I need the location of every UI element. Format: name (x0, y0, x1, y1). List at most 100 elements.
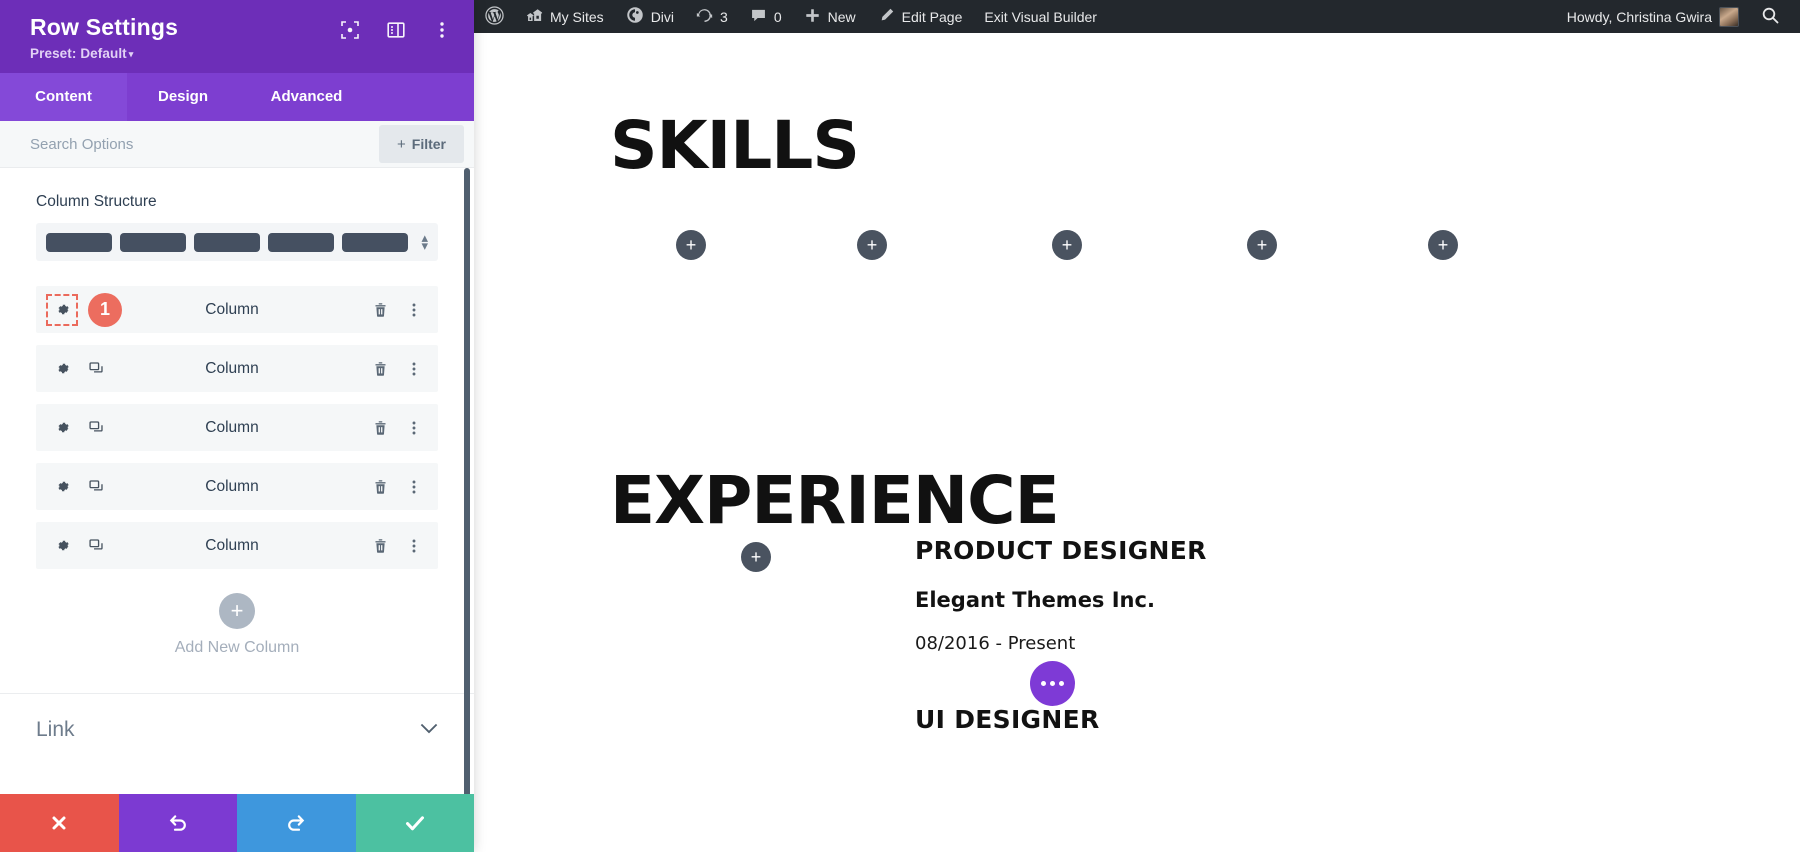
divi-label: Divi (650, 8, 675, 25)
visual-builder-screen: Row Settings Preset: Default ▾ Content D… (0, 0, 1800, 852)
exit-visual-builder-item[interactable]: Exit Visual Builder (973, 0, 1108, 33)
my-sites-item[interactable]: My Sites (515, 0, 615, 33)
link-section-toggle[interactable]: Link (0, 694, 474, 766)
duplicate-column-icon[interactable] (86, 536, 106, 556)
updates-refresh-icon (696, 7, 713, 27)
page-title: SKILLS (610, 107, 860, 184)
filter-button[interactable]: + Filter (379, 125, 464, 164)
comments-item[interactable]: 0 (739, 0, 793, 33)
module-actions-button[interactable] (1030, 661, 1075, 706)
duplicate-column-icon[interactable] (86, 477, 106, 497)
delete-column-trash-icon[interactable] (370, 418, 390, 438)
scrollbar-thumb[interactable] (464, 168, 470, 794)
tab-content[interactable]: Content (0, 73, 127, 122)
account-item[interactable]: Howdy, Christina Gwira (1556, 0, 1750, 33)
delete-column-trash-icon[interactable] (370, 359, 390, 379)
column-label: Column (205, 300, 259, 318)
wp-admin-bar: My Sites Divi 3 0 New Edit Page Exit Vis… (474, 0, 1800, 33)
column-list: 1 Column Column Column Column Column (0, 286, 474, 570)
new-label: New (827, 8, 856, 25)
page-canvas: SKILLS + + + + + EXPERIENCE + PRODUCT DE… (474, 33, 1800, 852)
add-module-button[interactable]: + (857, 230, 887, 260)
add-module-button[interactable]: + (1052, 230, 1082, 260)
plus-icon: + (219, 593, 255, 630)
discard-button[interactable] (0, 794, 119, 852)
structure-segment (342, 232, 408, 252)
experience-entry: UI DESIGNER (915, 705, 1100, 734)
preset-selector[interactable]: Preset: Default ▾ (30, 46, 178, 61)
add-new-column-button[interactable]: + Add New Column (0, 581, 474, 657)
link-section-label: Link (36, 718, 75, 742)
tab-advanced[interactable]: Advanced (239, 73, 374, 122)
row-settings-panel: Row Settings Preset: Default ▾ Content D… (0, 0, 474, 852)
new-item[interactable]: New (793, 0, 867, 33)
experience-role: PRODUCT DESIGNER (915, 536, 1207, 565)
column-settings-gear-icon[interactable] (48, 532, 76, 560)
panel-header: Row Settings Preset: Default ▾ (0, 0, 474, 74)
chevron-down-icon: ▾ (128, 49, 134, 60)
fullscreen-icon[interactable] (340, 20, 360, 40)
panel-title: Row Settings (30, 14, 179, 40)
comment-bubble-icon (750, 7, 767, 27)
plus-icon (804, 7, 821, 27)
table-row[interactable]: Column (36, 522, 438, 570)
column-label: Column (205, 536, 259, 554)
wordpress-logo-icon (485, 5, 504, 28)
table-row[interactable]: 1 Column (36, 286, 438, 334)
column-settings-gear-icon[interactable] (48, 355, 76, 383)
table-row[interactable]: Column (36, 463, 438, 511)
tab-design[interactable]: Design (127, 73, 239, 122)
delete-column-trash-icon[interactable] (370, 300, 390, 320)
column-more-options-icon[interactable] (404, 300, 424, 320)
panel-scrollbar[interactable] (464, 168, 472, 794)
column-settings-gear-icon[interactable] (48, 473, 76, 501)
divi-logo-icon (626, 6, 644, 27)
undo-button[interactable] (118, 794, 237, 852)
add-module-button[interactable]: + (676, 230, 706, 260)
search-button[interactable] (1750, 0, 1800, 33)
undo-icon (169, 815, 186, 831)
delete-column-trash-icon[interactable] (370, 536, 390, 556)
status-badge: 1 (88, 292, 122, 327)
plus-icon: + (397, 135, 406, 153)
duplicate-column-icon[interactable] (86, 418, 106, 438)
table-row[interactable]: Column (36, 345, 438, 393)
column-label: Column (205, 477, 259, 495)
more-options-icon[interactable] (432, 20, 452, 40)
column-settings-gear-icon[interactable] (48, 414, 76, 442)
column-settings-gear-icon[interactable] (46, 293, 78, 326)
structure-segment (46, 232, 112, 252)
sort-toggle-icon[interactable]: ▴ ▾ (421, 231, 430, 252)
exit-visual-builder-label: Exit Visual Builder (984, 8, 1097, 25)
add-module-button[interactable]: + (741, 542, 771, 572)
duplicate-column-icon[interactable] (86, 359, 106, 379)
column-more-options-icon[interactable] (404, 359, 424, 379)
panel-scroll-area: Column Structure ▴ ▾ 1 Column Column Col… (0, 168, 474, 794)
column-more-options-icon[interactable] (404, 536, 424, 556)
add-module-button[interactable]: + (1428, 230, 1458, 260)
updates-count: 3 (720, 8, 728, 25)
edit-page-item[interactable]: Edit Page (867, 0, 974, 33)
add-new-column-label: Add New Column (174, 639, 300, 657)
panel-footer (0, 794, 474, 852)
redo-button[interactable] (237, 794, 356, 852)
add-module-button[interactable]: + (1247, 230, 1277, 260)
comments-count: 0 (773, 8, 782, 25)
my-sites-label: My Sites (550, 8, 604, 25)
search-input[interactable] (0, 121, 379, 168)
filter-button-label: Filter (411, 136, 446, 153)
column-structure-preview[interactable]: ▴ ▾ (36, 223, 438, 262)
table-row[interactable]: Column (36, 404, 438, 452)
wordpress-logo-item[interactable] (474, 0, 515, 33)
column-more-options-icon[interactable] (404, 418, 424, 438)
experience-company: Elegant Themes Inc. (915, 588, 1155, 612)
pencil-icon (878, 7, 895, 27)
layout-panel-icon[interactable] (386, 20, 406, 40)
search-bar: + Filter (0, 121, 474, 169)
column-more-options-icon[interactable] (404, 477, 424, 497)
delete-column-trash-icon[interactable] (370, 477, 390, 497)
preset-label: Preset: Default (30, 46, 127, 62)
updates-item[interactable]: 3 (685, 0, 739, 33)
save-button[interactable] (355, 794, 474, 852)
divi-item[interactable]: Divi (615, 0, 685, 33)
